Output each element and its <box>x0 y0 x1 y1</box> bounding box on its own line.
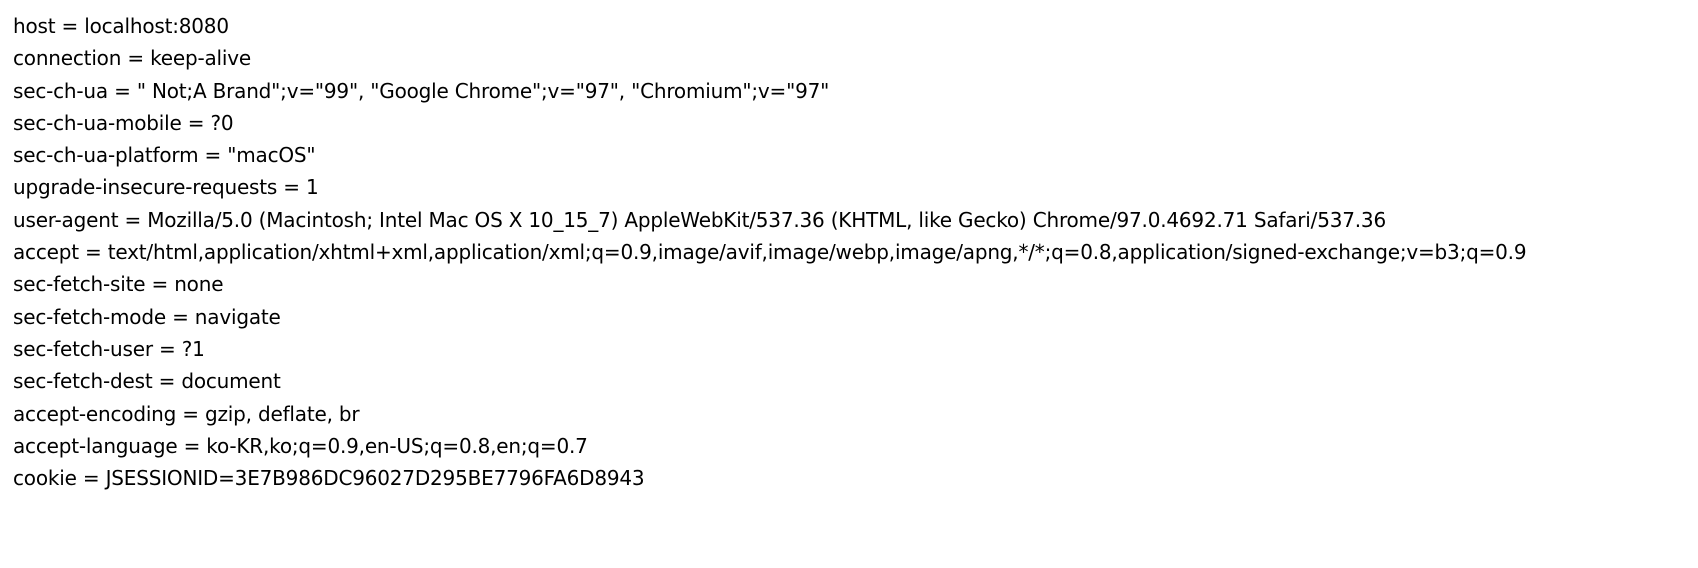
header-line-sec-ch-ua-platform: sec-ch-ua-platform = "macOS" <box>13 143 316 168</box>
header-line-host: host = localhost:8080 <box>13 14 229 38</box>
header-line-sec-fetch-dest: sec-fetch-dest = document <box>13 369 281 394</box>
header-line-upgrade-insecure-requests: upgrade-insecure-requests = 1 <box>13 175 319 200</box>
header-line-sec-ch-ua-mobile: sec-ch-ua-mobile = ?0 <box>13 110 234 135</box>
header-line-sec-fetch-site: sec-fetch-site = none <box>13 272 224 297</box>
header-line-sec-fetch-mode: sec-fetch-mode = navigate <box>13 304 281 329</box>
header-line-sec-fetch-user: sec-fetch-user = ?1 <box>13 336 205 361</box>
header-line-connection: connection = keep-alive <box>13 46 251 71</box>
request-headers-page: host = localhost:8080 connection = keep-… <box>0 0 1698 568</box>
header-line-accept-encoding: accept-encoding = gzip, deflate, br <box>13 401 360 426</box>
header-line-accept-language: accept-language = ko-KR,ko;q=0.9,en-US;q… <box>13 433 588 458</box>
header-line-user-agent: user-agent = Mozilla/5.0 (Macintosh; Int… <box>13 207 1386 232</box>
header-line-cookie: cookie = JSESSIONID=3E7B986DC96027D295BE… <box>13 466 645 491</box>
header-line-accept: accept = text/html,application/xhtml+xml… <box>13 240 1527 265</box>
header-line-sec-ch-ua: sec-ch-ua = " Not;A Brand";v="99", "Goog… <box>13 78 830 103</box>
